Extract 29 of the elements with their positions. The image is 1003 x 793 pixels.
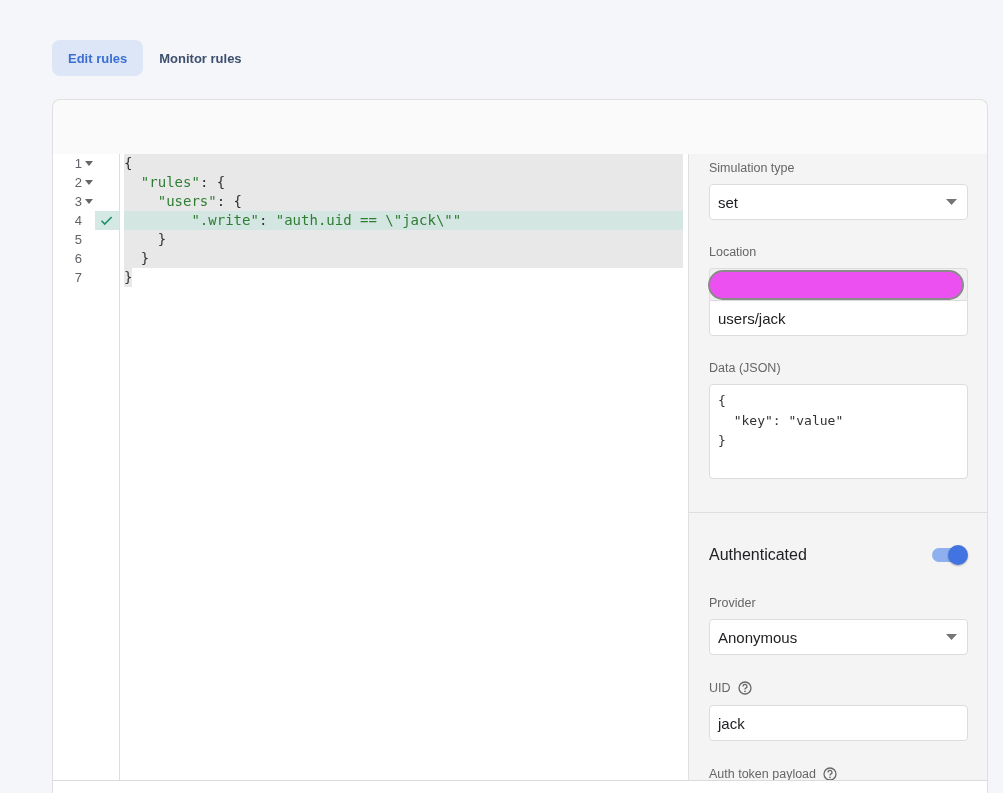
tab[interactable]: Edit rules [52,40,144,76]
dropdown-field[interactable]: Anonymous [709,619,968,655]
caret-icon[interactable] [946,199,957,205]
line-number: 5 [73,231,82,249]
dropdown-field[interactable]: set [709,184,968,220]
line-number: 1 [73,155,82,173]
toggle-switch[interactable] [932,545,968,565]
field-label: Simulation type [709,160,796,176]
line-number: 3 [73,193,82,211]
line-number: 7 [73,269,82,287]
field-label: Location [709,244,758,260]
line-number: 4 [73,212,82,230]
field-label: Provider [709,595,757,611]
field-label: UID [709,680,731,696]
help-icon[interactable] [737,681,752,695]
tab[interactable]: Monitor rules [143,40,258,76]
toggle-label: Authenticated [709,546,807,564]
field-label: Data (JSON) [709,360,782,376]
text-field[interactable]: users/jack [709,300,968,336]
line-number: 2 [73,174,82,192]
caret-icon[interactable] [84,180,93,185]
caret-icon[interactable] [946,634,957,640]
field-label: Auth token payload [709,766,817,780]
text-field[interactable]: jack [709,705,968,741]
caret-icon[interactable] [84,161,93,166]
json-field[interactable]: { "key": "value" } [709,384,968,479]
help-icon[interactable] [823,767,838,780]
caret-icon[interactable] [84,199,93,204]
line-number: 6 [73,250,82,268]
